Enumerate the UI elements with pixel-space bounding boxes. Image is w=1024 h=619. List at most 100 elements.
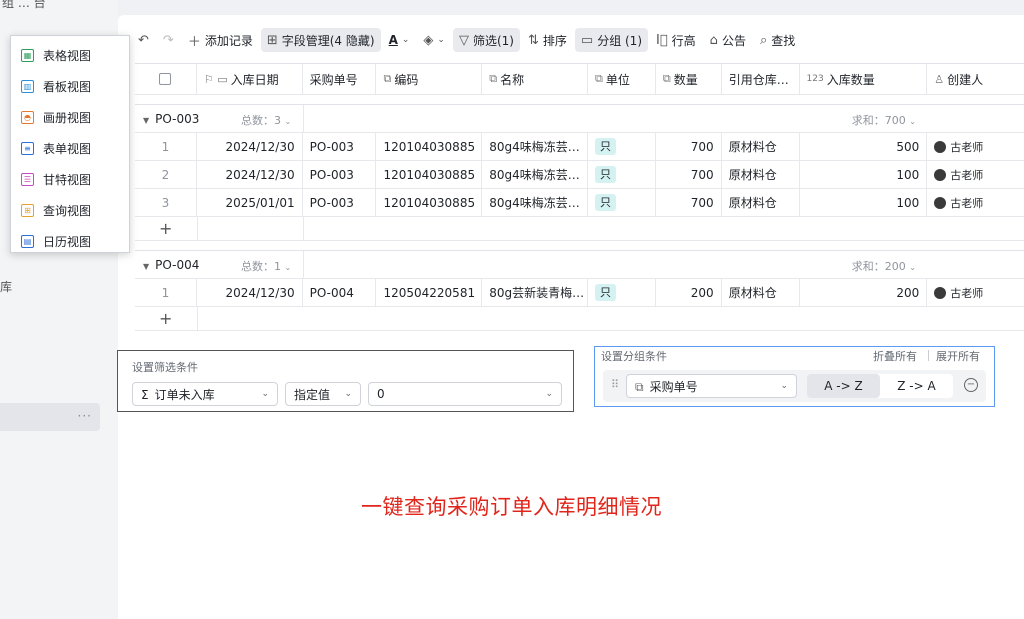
plus-icon: + [159, 219, 173, 238]
grid-icon: ▦ [21, 49, 34, 62]
sort-asc-button[interactable]: A -> Z [807, 374, 880, 398]
filter-panel-title: 设置筛选条件 [132, 361, 198, 374]
unit-tag: 只 [594, 194, 616, 211]
table-row[interactable]: 1 2024/12/30 PO-003 120104030885 80g4味梅冻… [135, 133, 1024, 161]
text-color-button[interactable]: A ⌄ [383, 28, 416, 52]
add-record-button[interactable]: ＋添加记录 [182, 28, 259, 52]
column-header-date[interactable]: ⚐ ▭ 入库日期 [197, 64, 303, 94]
column-header-qty[interactable]: ⧉ 数量 [656, 64, 722, 94]
row-height-button[interactable]: I⃞ 行高 [650, 28, 702, 52]
column-header-unit[interactable]: ⧉ 单位 [588, 64, 656, 94]
add-row-button[interactable]: + [135, 217, 1024, 241]
redo-button[interactable]: ↷ [157, 28, 180, 52]
filter-button[interactable]: ▽ 筛选(1) [452, 28, 520, 52]
view-menu-item-gantt[interactable]: ☰ 甘特视图 [11, 164, 129, 195]
filter-icon: ▽ [458, 32, 469, 48]
toolbar: ↶ ↷ ＋添加记录 ⊞ 字段管理(4 隐藏) A ⌄ ◈ ⌄ ▽ 筛选(1) ⇅ 排序 ▭… [132, 27, 801, 53]
sidebar-top-fragment: 组 … 台 [2, 0, 46, 10]
caret-down-icon: ▼ [143, 262, 150, 271]
group-header[interactable]: ▼ PO-003 总数：3 ⌄ 求和：700 ⌄ [135, 105, 1024, 133]
chevron-down-icon: ⌄ [284, 117, 292, 126]
group-field-select[interactable]: ⧉ 采购单号 ⌄ [626, 374, 797, 398]
plus-icon: ＋ [187, 34, 201, 50]
filter-field-select[interactable]: Σ 订单未入库 ⌄ [132, 382, 278, 406]
table-row[interactable]: 1 2024/12/30 PO-004 120504220581 80g芸新装青… [135, 279, 1024, 307]
column-header-code[interactable]: ⧉ 编码 [376, 64, 483, 94]
chevron-down-icon: ⌄ [909, 263, 916, 272]
drag-handle-icon[interactable]: ⠿ [611, 378, 619, 391]
table-row[interactable]: 2 2024/12/30 PO-003 120104030885 80g4味梅冻… [135, 161, 1024, 189]
column-header-name[interactable]: ⧉ 名称 [482, 64, 588, 94]
view-menu-item-calendar[interactable]: ▤ 日历视图 [11, 226, 129, 257]
sidebar-selected-item[interactable]: ··· [0, 403, 100, 431]
table-row[interactable]: 3 2025/01/01 PO-003 120104030885 80g4味梅冻… [135, 189, 1024, 217]
group-sort-toggle: A -> Z Z -> A [807, 374, 953, 398]
paint-bucket-icon: ◈ [423, 32, 434, 48]
more-icon[interactable]: ··· [78, 409, 92, 423]
chevron-down-icon: ⌄ [780, 381, 788, 391]
unit-tag: 只 [594, 284, 616, 301]
filter-value-select[interactable]: 0 ⌄ [368, 382, 562, 406]
avatar [934, 140, 947, 153]
group-name: PO-004 [155, 258, 200, 272]
filter-operator-select[interactable]: 指定值 ⌄ [285, 382, 361, 406]
undo-button[interactable]: ↶ [132, 28, 155, 52]
chevron-down-icon: ⌄ [261, 389, 269, 399]
text-color-icon: A [388, 33, 398, 47]
caption-text: 一键查询采购订单入库明细情况 [361, 495, 662, 519]
calendar-icon: ▤ [21, 235, 34, 248]
group-condition-row: ⠿ ⧉ 采购单号 ⌄ A -> Z Z -> A − [603, 370, 986, 402]
column-header-po[interactable]: 采购单号 [303, 64, 377, 94]
avatar [934, 168, 947, 181]
lookup-icon: ⧉ [383, 72, 392, 85]
view-type-menu: ▦ 表格视图 ▥ 看板视图 ◓ 画册视图 ≡ 表单视图 ☰ 甘特视图 ⊞ 查询视图 ▤ 日历视… [10, 35, 130, 253]
fields-icon: ⊞ [266, 32, 278, 48]
find-button[interactable]: ⌕ 查找 [754, 28, 801, 52]
view-menu-item-table[interactable]: ▦ 表格视图 [11, 40, 129, 71]
view-menu-item-gallery[interactable]: ◓ 画册视图 [11, 102, 129, 133]
person-icon: ♙ [934, 72, 945, 86]
notice-icon: ⌂ [709, 32, 718, 48]
caret-down-icon: ▼ [143, 116, 150, 125]
table-header: ⚐ ▭ 入库日期 采购单号 ⧉ 编码 ⧉ 名称 ⧉ 单位 ⧉ 数量 引用仓库… 123 入库… [135, 64, 1024, 95]
gallery-icon: ◓ [21, 111, 34, 124]
select-all-checkbox[interactable] [159, 73, 172, 85]
add-row-button[interactable]: + [135, 307, 1024, 331]
column-header-warehouse[interactable]: 引用仓库… [722, 64, 800, 94]
group-count[interactable]: 总数：1 ⌄ [241, 258, 291, 274]
group-count[interactable]: 总数：3 ⌄ [241, 112, 291, 128]
avatar [934, 196, 947, 209]
notice-button[interactable]: ⌂ 公告 [704, 28, 752, 52]
sort-button[interactable]: ⇅ 排序 [522, 28, 573, 52]
row-height-icon: I⃞ [656, 32, 668, 48]
column-header-in-qty[interactable]: 123 入库数量 [800, 64, 928, 94]
view-menu-item-kanban[interactable]: ▥ 看板视图 [11, 71, 129, 102]
remove-condition-icon[interactable]: − [964, 378, 978, 392]
chevron-down-icon: ⌄ [344, 389, 352, 399]
sort-desc-button[interactable]: Z -> A [880, 374, 953, 398]
group-button[interactable]: ▭ 分组 (1) [574, 28, 649, 52]
main-panel: ↶ ↷ ＋添加记录 ⊞ 字段管理(4 隐藏) A ⌄ ◈ ⌄ ▽ 筛选(1) ⇅ 排序 ▭… [118, 15, 1024, 619]
number-icon: 123 [806, 74, 824, 84]
redo-icon: ↷ [162, 32, 174, 48]
undo-icon: ↶ [138, 32, 149, 48]
group-sum[interactable]: 求和：700 ⌄ [852, 112, 916, 128]
group-icon: ▭ [580, 32, 594, 48]
collapse-all-button[interactable]: 折叠所有 [873, 348, 917, 364]
sum-icon: Σ [141, 387, 149, 402]
view-menu-item-form[interactable]: ≡ 表单视图 [11, 133, 129, 164]
sidebar-partial-label: 库 [0, 280, 13, 294]
expand-all-button[interactable]: 展开所有 [936, 348, 980, 364]
chevron-down-icon: ⌄ [545, 389, 553, 399]
view-menu-item-query[interactable]: ⊞ 查询视图 [11, 195, 129, 226]
column-header-creator[interactable]: ♙ 创建人 [927, 64, 1024, 94]
unit-tag: 只 [594, 166, 616, 183]
chevron-down-icon: ⌄ [401, 35, 410, 45]
lookup-icon: ⧉ [489, 72, 498, 85]
plus-icon: + [159, 309, 173, 328]
field-management-button[interactable]: ⊞ 字段管理(4 隐藏) [260, 28, 381, 52]
fill-color-button[interactable]: ◈ ⌄ [417, 28, 451, 52]
group-header[interactable]: ▼ PO-004 总数：1 ⌄ 求和：200 ⌄ [135, 251, 1024, 279]
group-sum[interactable]: 求和：200 ⌄ [852, 258, 916, 274]
lookup-icon: ⧉ [662, 72, 671, 85]
